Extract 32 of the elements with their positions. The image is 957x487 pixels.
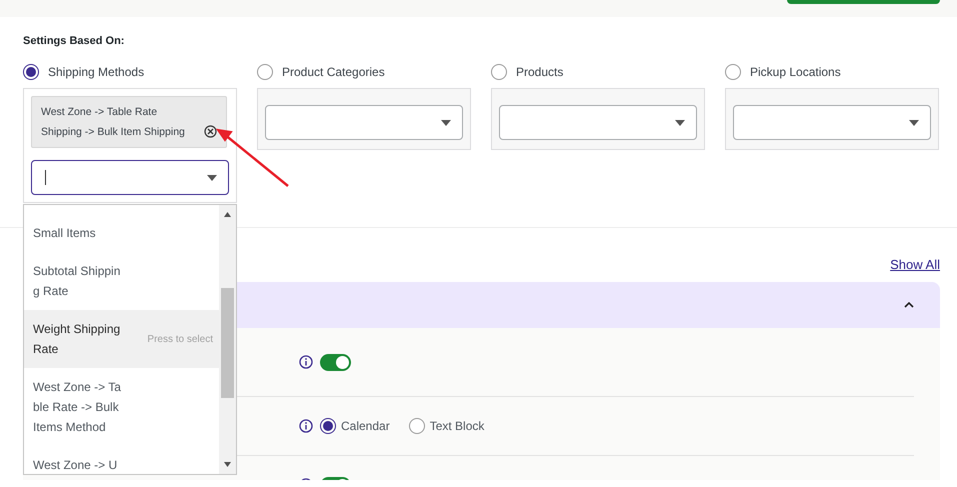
toggle-switch[interactable]	[320, 354, 351, 370]
option-label: Product Categories	[282, 64, 385, 81]
caret-icon	[441, 120, 451, 126]
info-icon[interactable]	[299, 419, 313, 433]
section-label: Settings Based On:	[23, 35, 126, 48]
choice-label: Calendar	[341, 418, 390, 435]
select-field[interactable]	[31, 160, 229, 195]
caret-icon	[909, 120, 919, 126]
chip-text: West Zone -> Table Rate Shipping -> Bulk Item Shipping	[41, 105, 186, 140]
radio-button[interactable]	[23, 64, 39, 80]
scroll-up-icon[interactable]	[224, 212, 231, 217]
choice-label: Text Block	[430, 418, 484, 435]
remove-icon[interactable]	[204, 125, 217, 138]
select-field[interactable]	[265, 105, 463, 140]
radio-button[interactable]	[491, 64, 507, 80]
caret-icon	[207, 174, 217, 180]
option-label: Shipping Methods	[48, 64, 144, 81]
radio-button[interactable]	[725, 64, 741, 80]
select-field[interactable]	[499, 105, 697, 140]
scroll-thumb[interactable]	[221, 288, 234, 398]
show-all-link[interactable]: Show All	[890, 257, 940, 272]
radio-button[interactable]	[408, 418, 425, 434]
hint-text: Press to select	[147, 332, 213, 346]
caret-icon	[675, 120, 685, 126]
scroll-down-icon[interactable]	[224, 462, 231, 467]
option-label: Pickup Locations	[750, 64, 841, 81]
dropdown-item[interactable]: Weight Shipping Rate Press to select	[24, 310, 221, 368]
radio-button[interactable]	[257, 64, 273, 80]
radio-button[interactable]	[320, 418, 336, 434]
info-icon[interactable]	[299, 355, 313, 369]
select-field[interactable]	[733, 105, 931, 140]
option-label: Products	[516, 64, 564, 81]
